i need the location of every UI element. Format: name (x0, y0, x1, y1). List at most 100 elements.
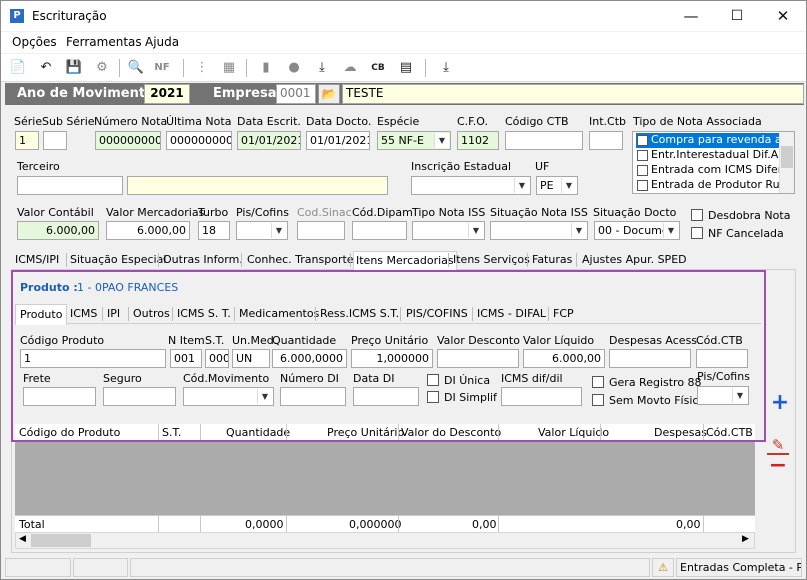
valor-contabil-field[interactable]: 6.000,00 (17, 221, 99, 240)
subserie-field[interactable] (43, 131, 67, 150)
situacao-iss-select[interactable]: ▼ (490, 221, 588, 240)
chevron-down-icon[interactable]: ▼ (514, 178, 529, 193)
list-item[interactable]: Compra para revenda a co (636, 133, 779, 148)
download-icon[interactable]: ⤓ (313, 59, 331, 77)
new-document-icon[interactable]: 📄 (9, 59, 27, 77)
tipo-nota-list[interactable]: Compra para revenda a co Entr.Interestad… (632, 131, 795, 194)
add-item-button[interactable]: + (769, 392, 791, 415)
tab-icms-ipi[interactable]: ICMS/IPI (13, 253, 61, 266)
serie-field[interactable]: 1 (15, 131, 39, 150)
ano-field[interactable]: 2021 (144, 84, 190, 104)
cb-icon[interactable]: CB (369, 59, 387, 77)
ie-select[interactable]: ▼ (411, 176, 531, 195)
scroll-thumb[interactable] (31, 534, 91, 547)
empresa-name-field: TESTE (342, 84, 804, 104)
uf-select[interactable]: PE ▼ (536, 176, 578, 195)
minimize-button[interactable]: — (668, 1, 714, 31)
cfo-field[interactable]: 1102 (457, 131, 499, 150)
scroll-right-icon[interactable]: ▶ (742, 534, 749, 544)
column-divider (286, 516, 287, 532)
pis-cofins-select[interactable]: ▼ (236, 221, 288, 240)
empresa-code-field[interactable]: 0001 (276, 84, 316, 104)
especie-select[interactable]: 55 NF-E ▼ (377, 131, 451, 150)
tab-itens-servicos[interactable]: Itens Serviços (451, 253, 532, 266)
checkbox[interactable] (637, 150, 648, 161)
scroll-thumb[interactable] (781, 146, 793, 168)
codigo-ctb-field[interactable] (505, 131, 583, 150)
checkbox[interactable] (637, 135, 648, 146)
chevron-down-icon[interactable]: ▼ (663, 223, 678, 238)
cod-sinac-field[interactable] (297, 221, 345, 240)
toolbar: 📄 ↶ 💾 ⚙ 🔍 NF ⋮ ▦ ▮ ● ⤓ ☁ CB ▤ ⤓ (1, 54, 806, 82)
tab-conhec-transporte[interactable]: Conhec. Transporte (245, 253, 356, 266)
terceiro-code-field[interactable] (17, 176, 123, 195)
horizontal-scrollbar[interactable]: ◀ ▶ (15, 532, 755, 549)
nf-icon[interactable]: NF (153, 59, 171, 77)
gear-icon[interactable]: ● (285, 59, 303, 77)
list-scrollbar[interactable] (779, 132, 794, 193)
cod-dipam-field[interactable] (352, 221, 407, 240)
edit-item-button[interactable]: ✎ (767, 435, 789, 455)
int-ctb-label: Int.Ctb (589, 115, 627, 128)
cod-sinac-label: Cod.Sinac (297, 206, 352, 219)
total-liquido: 0,00 (676, 518, 701, 531)
list-item[interactable]: Entrada com ICMS Diferido (636, 163, 779, 178)
list-item[interactable]: Entrada de Produtor Rural (636, 178, 779, 193)
folder-icon[interactable]: 📂 (318, 84, 340, 104)
chevron-down-icon[interactable]: ▼ (561, 178, 576, 193)
int-ctb-field[interactable] (589, 131, 623, 150)
total-desconto: 0,00 (472, 518, 497, 531)
tab-itens-mercadorias[interactable]: Itens Mercadorias (353, 251, 457, 271)
exit-icon[interactable]: ⤓ (437, 59, 455, 77)
tab-faturas[interactable]: Faturas (530, 253, 574, 266)
preview-icon[interactable]: 🔍 (127, 59, 145, 77)
calculator-icon[interactable]: ▦ (220, 59, 238, 77)
data-escrit-field[interactable]: 01/01/2021 (237, 131, 301, 150)
chevron-down-icon[interactable]: ▼ (434, 133, 449, 148)
tab-outras-inform[interactable]: Outras Inform. (161, 253, 245, 266)
scroll-left-icon[interactable]: ◀ (19, 534, 26, 544)
chevron-down-icon[interactable]: ▼ (468, 223, 483, 238)
close-button[interactable]: ✕ (760, 1, 806, 31)
status-cell (130, 558, 650, 577)
undo-icon[interactable]: ↶ (37, 59, 55, 77)
data-docto-field[interactable]: 01/01/2021 (306, 131, 370, 150)
chevron-down-icon[interactable]: ▼ (271, 223, 286, 238)
column-divider (200, 516, 201, 532)
tab-situacao-especial[interactable]: Situação Especial (68, 253, 168, 266)
valor-merc-field[interactable]: 6.000,00 (106, 221, 190, 240)
remove-item-button[interactable]: − (767, 455, 789, 477)
building-icon[interactable]: ▮ (257, 59, 275, 77)
cloud-icon[interactable]: ☁ (341, 59, 359, 77)
desdobra-checkbox[interactable] (691, 209, 703, 221)
grid-body[interactable] (15, 442, 755, 515)
menu-ajuda[interactable]: Ajuda (145, 35, 179, 49)
turbo-field[interactable]: 18 (198, 221, 230, 240)
app-icon: P (10, 9, 24, 23)
numero-nota-label: Número Nota (94, 115, 168, 128)
toolbar-separator (183, 59, 184, 77)
toolbar-separator (425, 59, 426, 77)
header-bar: Ano de Movimento 2021 Empresa 0001 📂 TES… (5, 83, 804, 105)
save-icon[interactable]: 💾 (65, 59, 83, 77)
uf-value: PE (540, 179, 554, 192)
tipo-iss-select[interactable]: ▼ (412, 221, 485, 240)
checkbox[interactable] (637, 165, 648, 176)
list-item-label: Entrada de Produtor Rural (651, 178, 779, 191)
menu-opcoes[interactable]: Opções (12, 35, 57, 49)
toolbar-separator (246, 59, 247, 77)
report-icon[interactable]: ▤ (397, 59, 415, 77)
list-item[interactable]: Entr.Interestadual Dif.Alíq (636, 148, 779, 163)
tab-ajustes-apur-sped[interactable]: Ajustes Apur. SPED (580, 253, 689, 266)
cancelada-checkbox[interactable] (691, 227, 703, 239)
tree-icon[interactable]: ⋮ (193, 59, 211, 77)
list-item-label: Entr.Interestadual Dif.Alíq (651, 148, 779, 161)
situacao-docto-select[interactable]: 00 - Documen ▼ (594, 221, 680, 240)
numero-nota-field[interactable]: 0000000001 (95, 131, 161, 150)
tools-icon[interactable]: ⚙ (93, 59, 111, 77)
chevron-down-icon[interactable]: ▼ (571, 223, 586, 238)
checkbox[interactable] (637, 180, 648, 191)
menu-ferramentas[interactable]: Ferramentas (66, 35, 142, 49)
maximize-button[interactable]: ☐ (714, 1, 760, 31)
title-bar: P Escrituração — ☐ ✕ (1, 1, 806, 31)
